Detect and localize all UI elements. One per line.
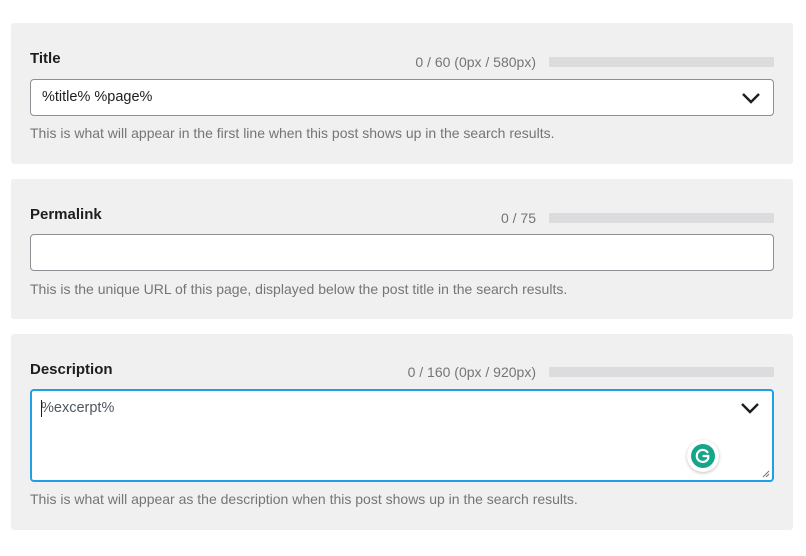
title-input[interactable]: %title% %page% <box>30 79 774 116</box>
grammarly-g-icon <box>695 448 710 463</box>
description-counter: 0 / 160 (0px / 920px) <box>407 364 536 380</box>
title-label: Title <box>30 50 61 67</box>
description-length-bar <box>549 367 774 377</box>
permalink-label: Permalink <box>30 206 102 223</box>
chevron-down-icon[interactable] <box>740 401 760 415</box>
permalink-help-text: This is the unique URL of this page, dis… <box>30 281 568 297</box>
description-textarea[interactable]: %excerpt% <box>30 389 774 482</box>
title-panel: Title 0 / 60 (0px / 580px) %title% %page… <box>11 23 793 164</box>
description-help-text: This is what will appear as the descript… <box>30 491 578 507</box>
permalink-input[interactable] <box>30 234 774 271</box>
description-textarea-value[interactable]: %excerpt% <box>41 400 114 416</box>
permalink-length-bar <box>549 213 774 223</box>
title-input-value[interactable]: %title% %page% <box>42 89 152 105</box>
text-cursor <box>41 400 42 417</box>
chevron-down-icon[interactable] <box>741 91 761 105</box>
description-label: Description <box>30 361 113 378</box>
grammarly-badge <box>691 444 715 468</box>
permalink-panel: Permalink 0 / 75 This is the unique URL … <box>11 179 793 319</box>
grammarly-icon[interactable] <box>687 440 719 472</box>
title-help-text: This is what will appear in the first li… <box>30 125 555 141</box>
title-length-bar <box>549 57 774 67</box>
resize-handle-icon[interactable] <box>762 470 770 478</box>
description-panel: Description 0 / 160 (0px / 920px) %excer… <box>11 334 793 530</box>
title-counter: 0 / 60 (0px / 580px) <box>415 54 536 70</box>
permalink-counter: 0 / 75 <box>500 210 536 226</box>
